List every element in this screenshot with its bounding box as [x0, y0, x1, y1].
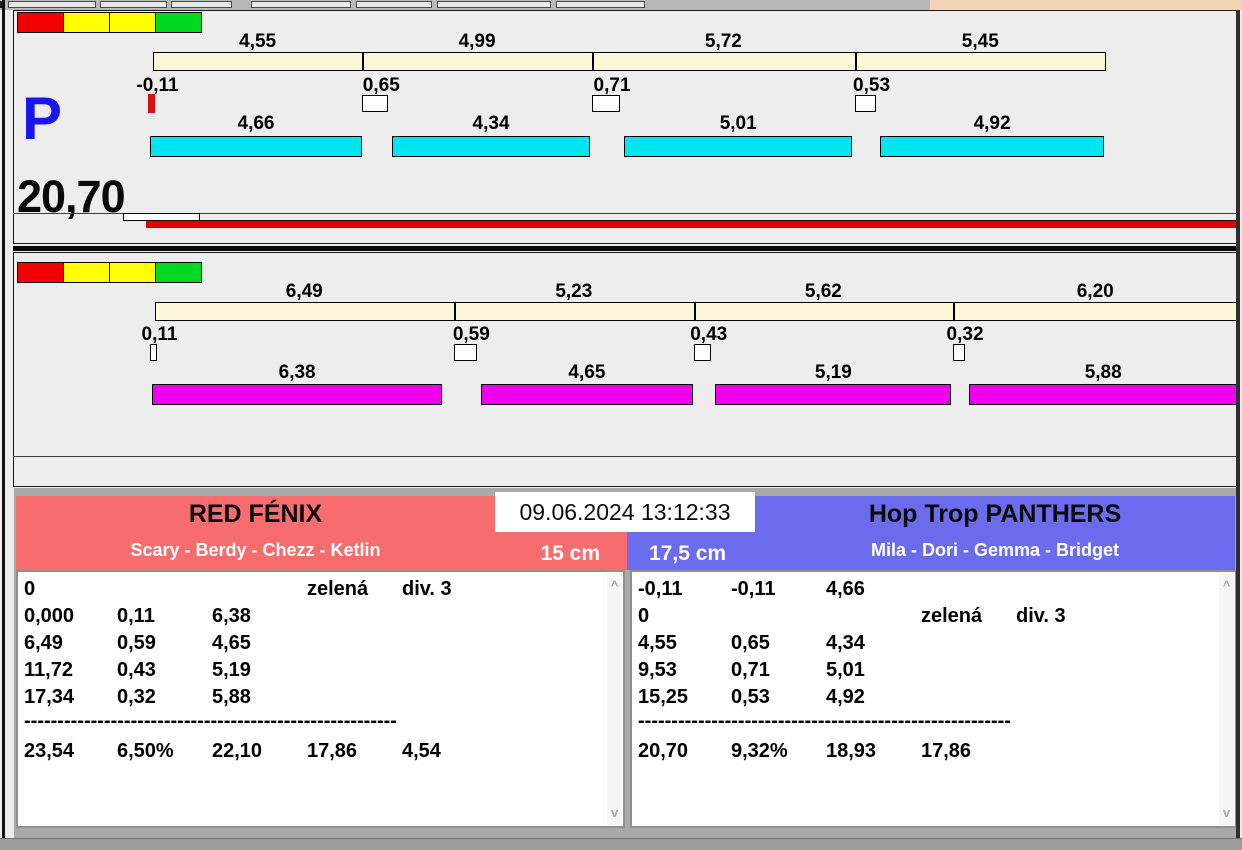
table-total-cell: 4,54 [402, 740, 441, 762]
background-window-segment [437, 1, 551, 8]
scroll-up-icon[interactable]: ^ [607, 579, 622, 592]
flyball-timing-window: P 20,70 4,55 4,99 5,72 5,45 -0,11 0,65 0,71 0,5… [0, 0, 1242, 850]
table-cell: 5,19 [212, 659, 251, 681]
table-separator-dashes: ----------------------------------------… [24, 710, 397, 732]
table-total-cell: 17,86 [921, 740, 972, 762]
background-window-segment [171, 1, 232, 8]
table-cell: 6,49 [24, 632, 63, 654]
window-border-right [1236, 10, 1240, 838]
table-cell: 0,65 [731, 632, 770, 654]
table-total-cell: 17,86 [307, 740, 358, 762]
background-window-segment [8, 1, 96, 8]
background-window-segment [556, 1, 645, 8]
table-cell: 0,53 [731, 686, 770, 708]
table-cell: zelená [921, 605, 983, 627]
table-cell: 4,92 [826, 686, 865, 708]
table-cell: -0,11 [731, 578, 776, 600]
table-cell: 17,34 [24, 686, 75, 708]
team-right-members: Mila - Dori - Gemma - Bridget [870, 540, 1120, 560]
team-right-jump-height: 17,5 cm [649, 542, 727, 565]
team-right-results-panel: ^ v -0,11 -0,11 4,66 0 zelená div. 3 4,55 0,65 4… [630, 570, 1237, 828]
table-cell: div. 3 [402, 578, 452, 600]
background-window-strip [0, 0, 1242, 10]
table-cell: zelená [307, 578, 369, 600]
table-cell: 4,65 [212, 632, 251, 654]
team-left-scrollbar[interactable]: ^ v [607, 573, 622, 825]
table-cell: 9,53 [638, 659, 677, 681]
table-cell: 0,59 [117, 632, 156, 654]
table-cell: 0,32 [117, 686, 156, 708]
background-window-segment [251, 1, 351, 8]
table-cell: 6,38 [212, 605, 251, 627]
scroll-up-icon[interactable]: ^ [1219, 579, 1234, 592]
table-cell: 4,66 [826, 578, 865, 600]
table-cell: 0,43 [117, 659, 156, 681]
table-total-cell: 6,50% [117, 740, 174, 762]
datetime-display: 09.06.2024 13:12:33 [495, 492, 755, 532]
table-cell: div. 3 [1016, 605, 1066, 627]
table-total-cell: 18,93 [826, 740, 877, 762]
table-total-cell: 23,54 [24, 740, 75, 762]
team-right-name: Hop Trop PANTHERS [868, 500, 1122, 528]
table-total-cell: 20,70 [638, 740, 689, 762]
background-window-tan-area [930, 0, 1242, 10]
table-cell: 5,01 [826, 659, 865, 681]
table-cell: 0,000 [24, 605, 75, 627]
table-separator-dashes: ----------------------------------------… [638, 710, 1011, 732]
background-window-segment [356, 1, 432, 8]
table-cell: 4,34 [826, 632, 865, 654]
window-status-bar [0, 838, 1242, 850]
table-total-cell: 22,10 [212, 740, 263, 762]
table-cell: 0 [24, 578, 36, 600]
background-window-segment [100, 1, 167, 8]
table-cell: 4,55 [638, 632, 677, 654]
lane-l-section: L 23,54 [13, 252, 1237, 703]
table-cell: 11,72 [24, 659, 73, 681]
team-left-jump-height: 15 cm [540, 542, 600, 565]
lane-l-progress-track [13, 456, 1237, 457]
table-cell: 15,25 [638, 686, 689, 708]
lane-p-section: P 20,70 [13, 10, 1237, 244]
lane-separator [13, 246, 1237, 251]
table-cell: 0,71 [731, 659, 770, 681]
table-total-cell: 9,32% [731, 740, 788, 762]
table-cell: 0 [638, 605, 650, 627]
scoreboard: RED FÉNIX Scary - Berdy - Chezz - Ketlin… [14, 488, 1237, 838]
team-right-scrollbar[interactable]: ^ v [1219, 573, 1234, 825]
window-border-left [2, 0, 5, 838]
table-cell: -0,11 [638, 578, 683, 600]
team-left-results-panel: ^ v 0 zelená div. 3 0,000 0,11 6,38 6,49 0,59 4,… [16, 570, 625, 828]
scroll-down-icon[interactable]: v [1219, 806, 1234, 819]
scroll-down-icon[interactable]: v [607, 806, 622, 819]
table-cell: 5,88 [212, 686, 251, 708]
team-left-name: RED FÉNIX [188, 500, 323, 528]
team-left-members: Scary - Berdy - Chezz - Ketlin [130, 540, 381, 560]
lane-p-letter: P [22, 85, 63, 152]
table-cell: 0,11 [117, 605, 155, 627]
lane-p-progress-bar [146, 220, 1236, 228]
